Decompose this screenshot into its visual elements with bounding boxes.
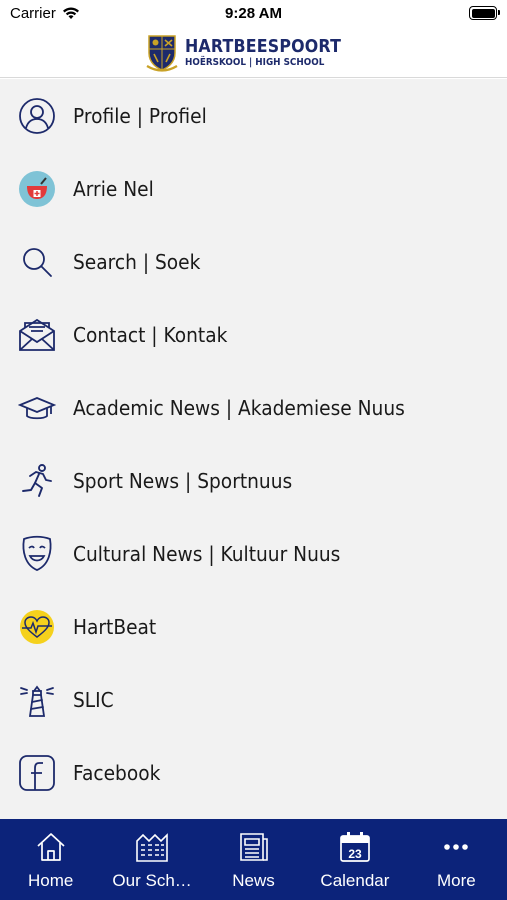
- logo-text: HARTBEESPOORT HOËRSKOOL | HIGH SCHOOL: [184, 35, 362, 68]
- lighthouse-icon: [18, 681, 56, 719]
- menu-item-label: Sport News | Sportnuus: [73, 468, 293, 493]
- tab-label: Our Sch…: [112, 871, 192, 890]
- status-bar: Carrier 9:28 AM: [0, 0, 507, 28]
- menu-item-hartbeat[interactable]: HartBeat: [0, 590, 507, 663]
- menu-item-search[interactable]: Search | Soek: [0, 225, 507, 298]
- menu-item-slic[interactable]: SLIC: [0, 663, 507, 736]
- school-crest-icon: [146, 34, 178, 72]
- menu-item-label: SLIC: [73, 687, 114, 712]
- tab-bar: Home Our Sch… News 23 Calendar More: [0, 819, 507, 900]
- status-time: 9:28 AM: [225, 5, 282, 22]
- battery-icon: [469, 6, 500, 20]
- app-header: HARTBEESPOORT HOËRSKOOL | HIGH SCHOOL: [0, 28, 507, 78]
- tab-news[interactable]: News: [203, 819, 304, 900]
- arrie-nel-icon: [18, 170, 56, 208]
- tab-our-school[interactable]: Our Sch…: [101, 819, 202, 900]
- tab-more[interactable]: More: [406, 819, 507, 900]
- menu-item-facebook[interactable]: Facebook: [0, 736, 507, 809]
- home-icon: [34, 831, 68, 863]
- menu-item-label: HartBeat: [73, 614, 157, 639]
- menu-item-cultural-news[interactable]: Cultural News | Kultuur Nuus: [0, 517, 507, 590]
- tab-label: Calendar: [320, 871, 390, 890]
- more-dots-icon: [439, 831, 473, 863]
- tab-label: News: [232, 871, 275, 890]
- menu-item-label: Academic News | Akademiese Nuus: [73, 395, 405, 420]
- menu-item-arrie-nel[interactable]: Arrie Nel: [0, 152, 507, 225]
- theatre-mask-icon: [18, 535, 56, 573]
- tab-label: Home: [28, 871, 74, 890]
- menu-item-label: Profile | Profiel: [73, 103, 207, 128]
- menu-item-profile[interactable]: Profile | Profiel: [0, 79, 507, 152]
- search-icon: [18, 243, 56, 281]
- envelope-icon: [18, 316, 56, 354]
- menu-item-academic-news[interactable]: Academic News | Akademiese Nuus: [0, 371, 507, 444]
- menu-item-label: Search | Soek: [73, 249, 201, 274]
- facebook-icon: [18, 754, 56, 792]
- menu-item-label: Facebook: [73, 760, 161, 785]
- logo-subtitle: HOËRSKOOL | HIGH SCHOOL: [184, 56, 325, 68]
- tab-label: More: [436, 871, 476, 890]
- battery-level: [471, 8, 495, 18]
- menu-item-label: Cultural News | Kultuur Nuus: [73, 541, 341, 566]
- menu-list: Profile | Profiel Arrie Nel Search | Soe…: [0, 79, 507, 819]
- runner-icon: [18, 462, 56, 500]
- menu-item-contact[interactable]: Contact | Kontak: [0, 298, 507, 371]
- school-building-icon: [135, 831, 169, 863]
- calendar-day: 23: [348, 847, 362, 861]
- graduation-cap-icon: [18, 389, 56, 427]
- menu-item-sport-news[interactable]: Sport News | Sportnuus: [0, 444, 507, 517]
- newspaper-icon: [237, 831, 271, 863]
- calendar-icon: 23: [338, 831, 372, 863]
- profile-icon: [18, 97, 56, 135]
- logo-title: HARTBEESPOORT: [184, 35, 341, 57]
- heartbeat-icon: [18, 608, 56, 646]
- tab-home[interactable]: Home: [0, 819, 101, 900]
- menu-item-label: Contact | Kontak: [73, 322, 228, 347]
- tab-calendar[interactable]: 23 Calendar: [304, 819, 405, 900]
- menu-item-label: Arrie Nel: [73, 176, 154, 201]
